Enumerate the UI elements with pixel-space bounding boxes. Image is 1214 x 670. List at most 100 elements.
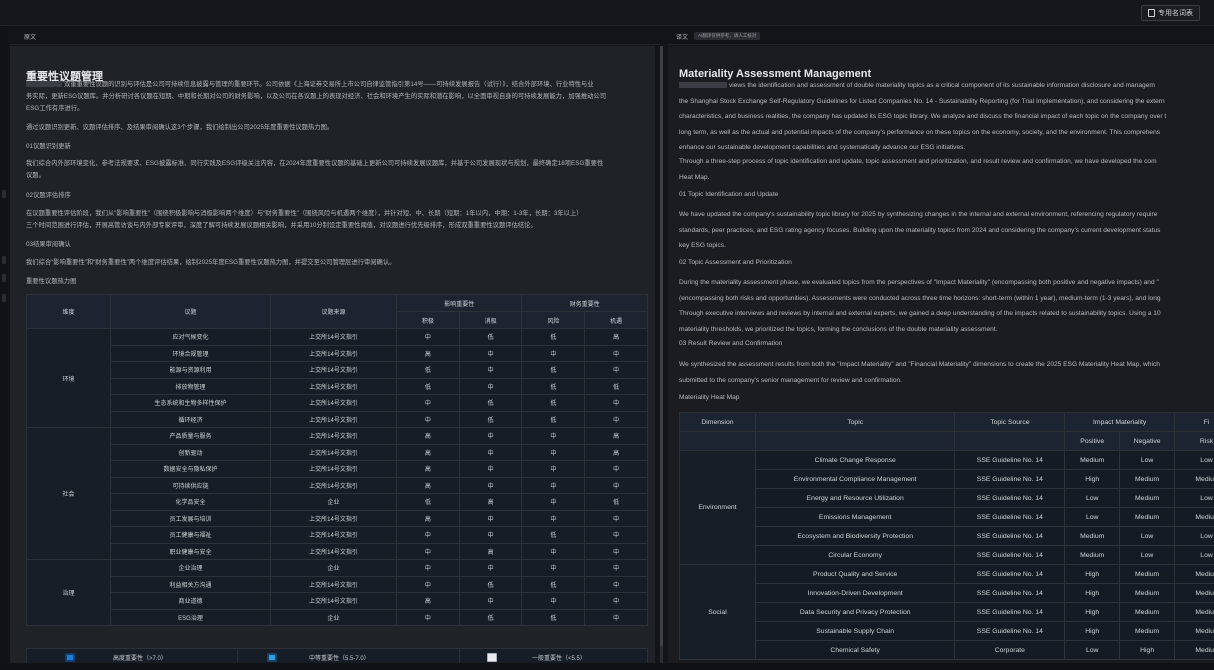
table-row: Social Product Quality and Service SSE Gui… [679,564,1214,660]
glossary-button-label: 专用名词表 [1158,10,1193,17]
translation-pane-label: 译文 [676,34,689,41]
topic-cell: Climate Change Response [754,450,956,470]
rating-cell: Low [1064,640,1121,660]
topic-cell: 生态系统和生物多样性保护 [110,394,271,412]
legend-mid-swatch [267,653,277,662]
table-row: Environmental Compliance Management SSE G… [680,469,1214,489]
bottom-status-strip [0,663,1214,670]
glossary-button[interactable]: 专用名词表 [1141,5,1200,21]
dimension-cell: Social [679,564,756,660]
rating-cell: Mediun [1174,507,1214,527]
table-row: 环境合规管理 上交所14号文指引高中中中 [27,344,648,362]
topic-cell: Product Quality and Service [754,564,956,584]
source-scrollbar[interactable] [660,46,663,670]
sub-header: 风险 [521,311,586,329]
legend-high-swatch [65,653,75,662]
topic-cell: 利益相关方沟通 [110,575,271,593]
top-toolbar: 专用名词表 [0,0,1214,26]
rating-cell: Medium [1119,583,1176,603]
rating-cell: 中 [396,559,460,577]
rating-cell: 低 [521,575,586,593]
rating-cell: 中 [584,542,648,560]
table-row: 能源与资源利用 上交所14号文指引低中低中 [27,361,648,379]
source-intro: 双重重要性议题的识别与评估是公司可持续信息披露与管理的重要环节。公司依据《上海证… [26,81,607,112]
rating-cell: 低 [521,410,586,428]
rating-cell: 中 [458,443,523,461]
left-rail [0,26,8,670]
source-pane[interactable]: 重要性议题管理 双重重要性议题的识别与评估是公司可持续信息披露与管理的重要环节。… [10,46,655,670]
table-row: 创新驱动 上交所14号文指引高中中高 [27,443,648,461]
rating-cell: High [1064,602,1121,622]
translation-pane-header: 译文 AI翻译仅供参考，请人工核对 [676,29,761,43]
source-cell: SSE Guideline No. 14 [954,526,1066,546]
rating-cell: Low [1174,488,1214,508]
rating-cell: 高 [396,509,460,527]
topic-cell: 创新驱动 [110,443,271,461]
rating-cell: 中 [521,509,586,527]
dimension-cell: 治理 [26,559,111,626]
translation-pane[interactable]: Materiality Assessment Management views … [668,46,1214,670]
source-cell: SSE Guideline No. 14 [954,507,1066,527]
topic-cell: 可持续供应链 [110,476,271,494]
table-row: Data Security and Privacy Protection SSE … [680,602,1214,622]
sub-header: 积极 [396,311,460,329]
source-cell: 上交所14号文指引 [270,460,397,478]
rail-marker[interactable] [2,190,6,198]
rating-cell: Medium [1064,450,1121,470]
topic-cell: Environmental Compliance Management [754,469,956,489]
rating-cell: High [1064,621,1121,641]
translation-intro: views the identification and assessment … [679,82,1167,151]
table-row: 排放物管理 上交所14号文指引低中低低 [27,377,648,395]
rating-cell: 中 [584,592,648,610]
col-header: 财务重要性 [521,294,648,312]
rating-cell: 低 [458,410,523,428]
rating-cell: Mediun [1174,621,1214,641]
rating-cell: 中 [521,460,586,478]
rating-cell: Medium [1119,507,1176,527]
rating-cell: 中 [396,575,460,593]
topic-cell: Innovation-Driven Development [754,583,956,603]
rating-cell: 高 [396,344,460,362]
topic-cell: 商业道德 [110,592,271,610]
rail-marker[interactable] [2,274,6,282]
source-heatmap-title: 重要性议题热力图 [26,278,77,285]
topic-cell: ESG治理 [110,608,271,626]
rating-cell: 中 [521,443,586,461]
source-step3-title: 03结果审阅确认 [26,241,71,248]
rating-cell: 低 [521,328,586,346]
rating-cell: 中 [396,328,460,346]
rating-cell: 中 [584,410,648,428]
rating-cell: 中 [584,509,648,527]
col-header: Topic [754,412,956,432]
source-cell: 上交所14号文指引 [270,377,397,395]
table-row: 治理 企业治理 企业中中中中 [26,559,648,626]
rating-cell: Low [1064,507,1121,527]
rating-cell: 中 [396,410,460,428]
rating-cell: 低 [396,361,460,379]
rating-cell: 中 [521,476,586,494]
rail-marker[interactable] [2,256,6,264]
rating-cell: 高 [458,542,523,560]
rating-cell: Medium [1119,621,1176,641]
topic-cell: Sustainable Supply Chain [754,621,956,641]
translation-step3: We synthesized the assessment results fr… [679,361,1160,384]
rating-cell: 中 [584,559,648,577]
source-cell: 企业 [270,559,397,577]
rating-cell: 中 [458,344,523,362]
source-cell: SSE Guideline No. 14 [954,545,1066,565]
rating-cell: 高 [396,460,460,478]
rating-cell: 中 [396,608,460,626]
rating-cell: 中 [458,427,523,445]
translation-step1-title: 01 Topic Identification and Update [679,191,779,198]
rating-cell: 中 [396,542,460,560]
rating-cell: 中 [521,592,586,610]
redacted-company-name [26,81,62,88]
table-row: 环境 应对气候变化 上交所14号文指引中低低高 [26,328,648,428]
rail-marker[interactable] [2,294,6,302]
sub-header: Risk [1174,431,1214,451]
source-cell: SSE Guideline No. 14 [954,450,1066,470]
rating-cell: 低 [521,394,586,412]
rating-cell: Mediun [1174,583,1214,603]
rating-cell: 中 [458,377,523,395]
table-row: 商业道德 上交所14号文指引高中中中 [27,592,648,610]
